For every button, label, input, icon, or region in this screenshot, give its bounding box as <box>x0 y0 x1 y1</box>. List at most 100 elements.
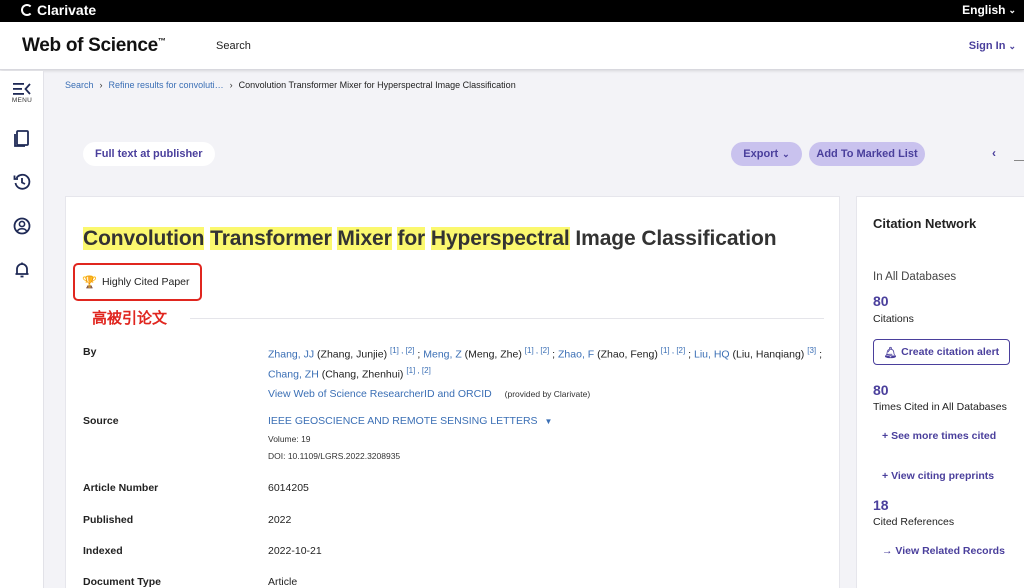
cited-references-label: Cited References <box>873 516 955 528</box>
export-button[interactable]: Export ⌄ <box>731 142 802 166</box>
cited-references-count[interactable]: 18 <box>873 497 889 513</box>
researcher-id-link[interactable]: View Web of Science ResearcherID and ORC… <box>268 388 492 400</box>
sign-in-label: Sign In <box>968 40 1006 52</box>
highly-cited-badge[interactable]: 🏆 Highly Cited Paper <box>73 263 202 301</box>
see-more-times-cited-link[interactable]: + See more times cited <box>882 430 996 442</box>
title-word-highlighted: Hyperspectral <box>430 227 570 250</box>
author-affiliation[interactable]: [1] , [2] <box>661 346 685 355</box>
language-selector[interactable]: English ⌄ <box>962 3 1016 17</box>
profile-button[interactable] <box>0 217 44 235</box>
title-word: Image Classification <box>575 227 777 250</box>
author-separator: ; <box>688 348 692 361</box>
annotation-text: 高被引论文 <box>92 310 168 327</box>
pager-indicator <box>1014 160 1024 161</box>
source-doi: DOI: 10.1109/LGRS.2022.3208935 <box>268 451 401 461</box>
author-link[interactable]: Chang, ZH <box>268 368 319 380</box>
source-journal[interactable]: IEEE GEOSCIENCE AND REMOTE SENSING LETTE… <box>268 415 552 427</box>
sign-in-button[interactable]: Sign In ⌄ <box>969 40 1016 52</box>
provided-by-note: (provided by Clarivate) <box>504 389 591 399</box>
plus-icon: + <box>882 430 889 442</box>
author-full-name: (Zhang, Junjie) <box>317 348 388 361</box>
trophy-icon: 🏆 <box>82 275 97 289</box>
clarivate-logo-icon <box>21 4 33 16</box>
author-separator: ; <box>819 348 822 361</box>
menu-collapse-icon <box>13 83 31 95</box>
nav-search-link[interactable]: Search <box>216 40 251 52</box>
chevron-right-icon: › <box>99 80 103 90</box>
view-citing-preprints-label: View citing preprints <box>891 470 995 482</box>
citations-label: Citations <box>873 313 914 325</box>
times-cited-count[interactable]: 80 <box>873 382 889 398</box>
clarivate-logo[interactable]: Clarivate <box>21 2 96 18</box>
source-volume: Volume: 19 <box>268 434 311 444</box>
author-affiliation[interactable]: [3] <box>807 346 816 355</box>
chevron-right-icon: › <box>229 80 233 90</box>
by-label: By <box>83 346 97 358</box>
document-type-value: Article <box>268 576 298 588</box>
divider <box>190 318 824 319</box>
indexed-label: Indexed <box>83 545 123 557</box>
chevron-down-icon: ⌄ <box>1008 4 1016 15</box>
full-text-button[interactable]: Full text at publisher <box>83 142 215 166</box>
history-button[interactable] <box>0 173 44 191</box>
author-link[interactable]: Zhao, F <box>558 349 594 361</box>
author-full-name: (Meng, Zhe) <box>464 348 522 361</box>
left-sidebar: MENU <box>0 71 44 588</box>
chevron-down-icon: ⌄ <box>782 148 790 159</box>
page-title: Convolution Transformer Mixer for Hypers… <box>83 227 777 251</box>
chevron-down-icon: ⌄ <box>1008 40 1016 51</box>
top-bar: Clarivate English ⌄ <box>0 0 1024 22</box>
title-word-highlighted: Transformer <box>210 227 332 250</box>
author-separator: ; <box>552 348 556 361</box>
create-citation-alert-label: Create citation alert <box>901 346 1000 358</box>
author-link[interactable]: Meng, Z <box>423 349 462 361</box>
menu-button[interactable]: MENU <box>0 82 44 104</box>
times-cited-label: Times Cited in All Databases <box>873 401 1007 413</box>
author-affiliation[interactable]: [1] , [2] <box>390 346 414 355</box>
language-label: English <box>962 3 1006 17</box>
user-circle-icon <box>13 217 31 235</box>
caret-down-icon[interactable]: ▼ <box>544 417 552 426</box>
clarivate-brand-text: Clarivate <box>37 2 97 18</box>
export-label: Export <box>743 148 779 160</box>
title-word-highlighted: Mixer <box>337 227 392 250</box>
authors-list: Zhang, JJ (Zhang, Junjie) [1] , [2] ; Me… <box>268 343 828 382</box>
plus-icon: + <box>882 470 889 482</box>
indexed-value: 2022-10-21 <box>268 545 322 557</box>
bell-icon: 🔔︎ <box>883 346 898 359</box>
breadcrumb-current: Convolution Transformer Mixer for Hypers… <box>238 80 516 90</box>
article-number-label: Article Number <box>83 482 159 494</box>
breadcrumb-refine-results[interactable]: Refine results for convoluti… <box>109 80 224 90</box>
bell-icon <box>15 262 29 278</box>
citation-network-subtitle: In All Databases <box>873 271 957 283</box>
chevron-left-icon[interactable]: ‹ <box>992 146 996 160</box>
breadcrumb: Search › Refine results for convoluti… ›… <box>65 80 516 90</box>
breadcrumb-search[interactable]: Search <box>65 80 94 90</box>
logo-text: Web of Science <box>22 35 158 56</box>
author-affiliation[interactable]: [1] , [2] <box>525 346 549 355</box>
alerts-button[interactable] <box>0 261 44 279</box>
title-word-highlighted: for <box>397 227 426 250</box>
view-related-records-link[interactable]: → View Related Records <box>882 545 1005 557</box>
site-header: Web of Science™ Search Sign In ⌄ <box>0 22 1024 70</box>
author-affiliation[interactable]: [1] , [2] <box>406 366 430 375</box>
marked-list-button[interactable] <box>0 129 44 147</box>
citations-count[interactable]: 80 <box>873 293 889 309</box>
author-link[interactable]: Liu, HQ <box>694 349 730 361</box>
researcher-id-row: View Web of Science ResearcherID and ORC… <box>268 388 590 400</box>
author-separator: ; <box>417 348 421 361</box>
author-full-name: (Liu, Hanqiang) <box>732 348 805 361</box>
history-icon <box>13 173 31 190</box>
create-citation-alert-button[interactable]: 🔔︎ Create citation alert <box>873 339 1010 365</box>
citation-network-panel: Citation Network In All Databases 80 Cit… <box>856 196 1024 588</box>
published-label: Published <box>83 514 134 526</box>
view-related-records-label: View Related Records <box>895 545 1005 557</box>
published-value: 2022 <box>268 514 292 526</box>
see-more-times-cited-label: See more times cited <box>891 430 997 442</box>
add-to-marked-list-button[interactable]: Add To Marked List <box>809 142 925 166</box>
document-type-label: Document Type <box>83 576 161 588</box>
view-citing-preprints-link[interactable]: + View citing preprints <box>882 470 994 482</box>
web-of-science-logo[interactable]: Web of Science™ <box>22 35 166 57</box>
source-journal-link[interactable]: IEEE GEOSCIENCE AND REMOTE SENSING LETTE… <box>268 415 538 427</box>
author-link[interactable]: Zhang, JJ <box>268 349 314 361</box>
